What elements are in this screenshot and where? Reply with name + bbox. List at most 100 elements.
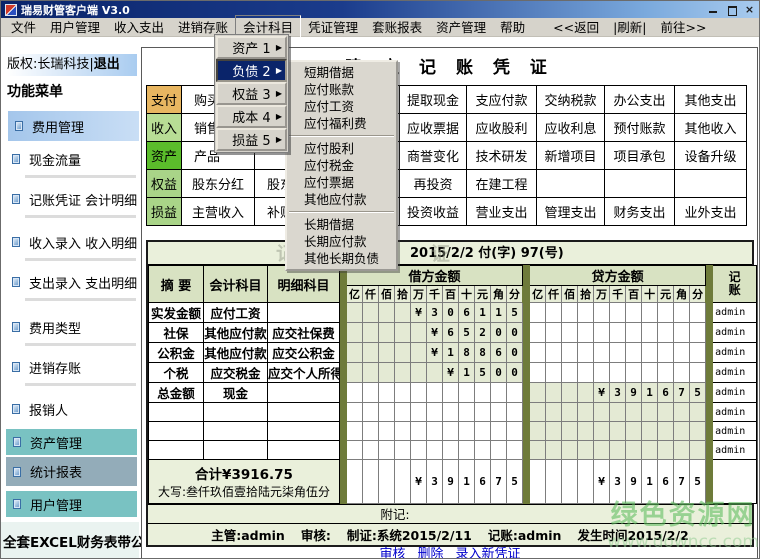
restore-icon[interactable] [726, 4, 737, 15]
grid-button-cell[interactable]: 交纳税款 [537, 86, 605, 114]
unit-header-cell: 佰 [562, 286, 578, 303]
submenu-item[interactable]: 长期借据 [287, 216, 396, 233]
divider-band [706, 383, 713, 403]
total-credit-cell [578, 460, 594, 504]
submenu-item[interactable]: 应付账款 [287, 81, 396, 98]
sidebar-item[interactable]: 资产管理 [6, 429, 137, 455]
grid-button-cell[interactable]: 营业支出 [467, 198, 537, 226]
minimize-icon[interactable] [708, 4, 719, 15]
grid-button-cell[interactable]: 预付账款 [605, 114, 675, 142]
grid-button-cell[interactable]: 管理支出 [537, 198, 605, 226]
sidebar-item-label: 统计报表 [30, 462, 82, 481]
menu-item[interactable]: 凭证管理 [301, 16, 365, 38]
sidebar-item[interactable]: 记账凭证 会计明细 [1, 188, 139, 210]
voucher-total-row: 合计¥3916.75大写:叁仟玖佰壹拾陆元柒角伍分¥391675¥391675 [149, 460, 757, 504]
action-link[interactable]: 录入新凭证 [456, 547, 521, 559]
grid-button-cell[interactable]: 新增项目 [537, 142, 605, 170]
grid-button-cell[interactable]: 应收票据 [400, 114, 467, 142]
dropdown-item[interactable]: 损益 5▶ [216, 128, 287, 151]
dropdown-item[interactable]: 成本 4▶ [216, 105, 287, 128]
sidebar-item[interactable]: 报销人 [1, 398, 139, 420]
voucher-text-cell [268, 441, 340, 460]
action-link[interactable]: 审核 [379, 547, 405, 559]
clerk-cell: admin [713, 343, 757, 363]
submenu-item[interactable]: 应付税金 [287, 157, 396, 174]
submenu-item[interactable]: 其他长期负债 [287, 250, 396, 267]
grid-button-cell[interactable]: 办公支出 [605, 86, 675, 114]
grid-button-cell[interactable]: 投资收益 [400, 198, 467, 226]
dropdown-item[interactable]: 负债 2▶ [216, 59, 287, 82]
menu-nav-item[interactable]: |刷新| [606, 16, 653, 38]
grid-button-cell[interactable]: 其他收入 [675, 114, 747, 142]
divider-band [706, 363, 713, 383]
dropdown-item[interactable]: 资产 1▶ [216, 36, 287, 59]
menu-nav-item[interactable]: 前往>> [654, 16, 714, 38]
sidebar-footer-excel[interactable]: 全套EXCEL财务表带公式 [1, 522, 139, 559]
submenu-item[interactable]: 短期借据 [287, 64, 396, 81]
sidebar-item[interactable]: 费用管理 [8, 111, 139, 141]
dropdown-item[interactable]: 权益 3▶ [216, 82, 287, 105]
credit-amount-cell [546, 363, 562, 383]
grid-button-cell[interactable]: 应收利息 [537, 114, 605, 142]
dropdown-item-label: 负债 2 [232, 61, 270, 80]
debit-amount-cell [491, 441, 507, 460]
sidebar-item[interactable]: 收入录入 收入明细 [1, 231, 139, 253]
sidebar-item[interactable]: 现金流量 [1, 148, 139, 170]
total-credit-cell: 3 [610, 460, 626, 504]
sidebar-item[interactable]: 进销存账 [1, 356, 139, 378]
grid-button-cell [537, 170, 605, 198]
grid-button-cell[interactable]: 主营收入 [182, 198, 255, 226]
credit-amount-cell [690, 323, 706, 343]
credit-amount-cell [530, 363, 546, 383]
credit-amount-cell [546, 422, 562, 441]
grid-button-cell[interactable]: 提取现金 [400, 86, 467, 114]
grid-button-cell[interactable]: 其他支出 [675, 86, 747, 114]
grid-button-cell[interactable]: 支应付款 [467, 86, 537, 114]
grid-button-cell[interactable]: 股东分红 [182, 170, 255, 198]
submenu-item[interactable]: 应付股利 [287, 140, 396, 157]
submenu-item[interactable]: 应付票据 [287, 174, 396, 191]
menu-item[interactable]: 文件 [4, 16, 43, 38]
grid-button-cell[interactable]: 应收股利 [467, 114, 537, 142]
grid-button-cell[interactable]: 在建工程 [467, 170, 537, 198]
voucher-data-row: admin [149, 441, 757, 460]
divider-band [523, 441, 530, 460]
col-header-account: 会计科目 [204, 266, 268, 303]
close-icon[interactable]: × [744, 4, 755, 15]
submenu-item[interactable]: 长期应付款 [287, 233, 396, 250]
grid-button-cell[interactable]: 技术研发 [467, 142, 537, 170]
grid-button-cell[interactable]: 再投资 [400, 170, 467, 198]
grid-button-cell[interactable]: 项目承包 [605, 142, 675, 170]
grid-button-cell[interactable]: 商誉变化 [400, 142, 467, 170]
sidebar-item[interactable]: 用户管理 [6, 491, 137, 517]
credit-amount-cell [626, 422, 642, 441]
debit-amount-cell [507, 403, 523, 422]
voucher-table: 摘 要会计科目明细科目借方金额贷方金额记 账亿仟佰拾万千百十元角分亿仟佰拾万千百… [148, 265, 757, 504]
clerk-cell: admin [713, 422, 757, 441]
grid-button-cell[interactable]: 设备升级 [675, 142, 747, 170]
grid-button-cell[interactable]: 财务支出 [605, 198, 675, 226]
voucher-text-cell: 社保 [149, 323, 204, 343]
menu-item[interactable]: 资产管理 [429, 16, 493, 38]
action-link[interactable]: 删除 [417, 547, 443, 559]
submenu-item[interactable]: 应付福利费 [287, 115, 396, 132]
bullet-icon [12, 404, 20, 414]
clerk-cell: admin [713, 383, 757, 403]
sidebar-item[interactable]: 统计报表 [6, 457, 137, 486]
submenu-item[interactable]: 其他应付款 [287, 191, 396, 208]
bullet-icon [12, 322, 20, 332]
debit-amount-cell: ¥ [427, 343, 443, 363]
menu-item[interactable]: 帮助 [493, 16, 532, 38]
clerk-cell [713, 460, 757, 504]
credit-amount-cell [562, 403, 578, 422]
divider-band [706, 266, 713, 303]
sidebar-item[interactable]: 支出录入 支出明细 [1, 271, 139, 293]
unit-header-cell: 万 [411, 286, 427, 303]
menu-item[interactable]: 收入支出 [107, 16, 171, 38]
sidebar-item[interactable]: 费用类型 [1, 316, 139, 338]
menu-item[interactable]: 用户管理 [43, 16, 107, 38]
grid-button-cell[interactable]: 业外支出 [675, 198, 747, 226]
menu-item[interactable]: 套账报表 [365, 16, 429, 38]
menu-nav-item[interactable]: <<返回 [546, 16, 606, 38]
submenu-item[interactable]: 应付工资 [287, 98, 396, 115]
